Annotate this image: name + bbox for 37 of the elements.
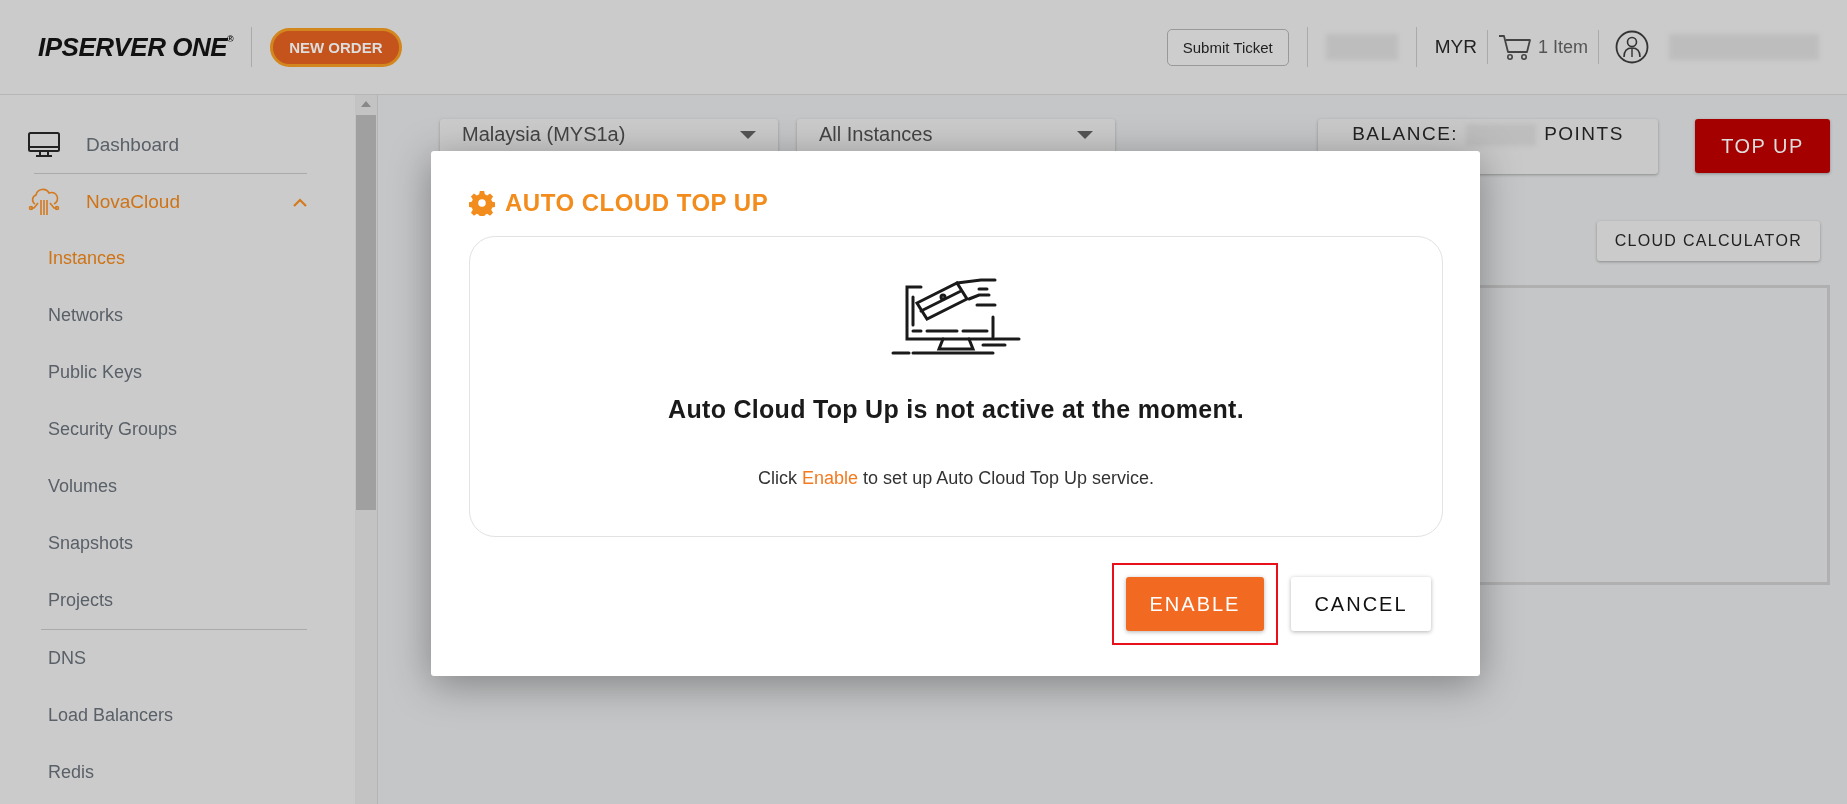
user-avatar-icon[interactable] (1615, 30, 1649, 64)
sidebar-item[interactable]: NovaCloud (28, 174, 315, 230)
sidebar-subitem[interactable]: Instances (28, 230, 315, 287)
instruction-text: Click Enable to set up Auto Cloud Top Up service. (758, 468, 1154, 489)
balance-unit: POINTS (1544, 124, 1624, 144)
top-up-button[interactable]: TOP UP (1695, 119, 1830, 173)
sidebar-subitem[interactable]: Security Groups (28, 401, 315, 458)
cart-count[interactable]: 1 Item (1537, 36, 1588, 58)
logo[interactable]: IPSERVER ONE$^{®}$ (38, 31, 234, 63)
status-heading: Auto Cloud Top Up is not active at the moment. (668, 395, 1244, 424)
scrollbar[interactable] (355, 95, 378, 804)
sidebar-subitem[interactable]: Volumes (28, 458, 315, 515)
sidebar-subitem[interactable]: Networks (28, 287, 315, 344)
sidebar-subitem[interactable]: Snapshots (28, 515, 315, 572)
enable-link[interactable]: Enable (802, 468, 859, 488)
cloud-calculator-button[interactable]: CLOUD CALCULATOR (1596, 221, 1820, 261)
cloud-network-icon (28, 187, 60, 217)
enable-button[interactable]: ENABLE (1126, 577, 1264, 631)
sidebar-subitem[interactable]: Public Keys (28, 344, 315, 401)
modal-title: AUTO CLOUD TOP UP (505, 189, 769, 217)
sidebar-subitem[interactable]: Redis (28, 744, 315, 801)
caret-icon[interactable] (740, 131, 756, 139)
cart-icon[interactable] (1497, 33, 1532, 61)
sidebar-item[interactable]: Dashboard (28, 117, 315, 173)
caret-icon[interactable] (1077, 131, 1093, 139)
sidebar-item-label: NovaCloud (86, 191, 181, 213)
balance-label: BALANCE: (1352, 124, 1459, 144)
currency-selector[interactable]: MYR (1434, 36, 1477, 58)
gear-icon (469, 190, 495, 216)
sidebar-subitem[interactable]: Load Balancers (28, 687, 315, 744)
cancel-button[interactable]: CANCEL (1291, 577, 1431, 631)
monitor-icon (28, 132, 60, 158)
new-order-button[interactable]: NEW ORDER (270, 27, 402, 67)
sidebar-item-label: Dashboard (86, 134, 180, 156)
sidebar-subitem[interactable]: Projects (28, 572, 315, 629)
submit-ticket-button[interactable]: Submit Ticket (1166, 28, 1289, 66)
sidebar-subitem[interactable]: DNS (28, 630, 315, 687)
